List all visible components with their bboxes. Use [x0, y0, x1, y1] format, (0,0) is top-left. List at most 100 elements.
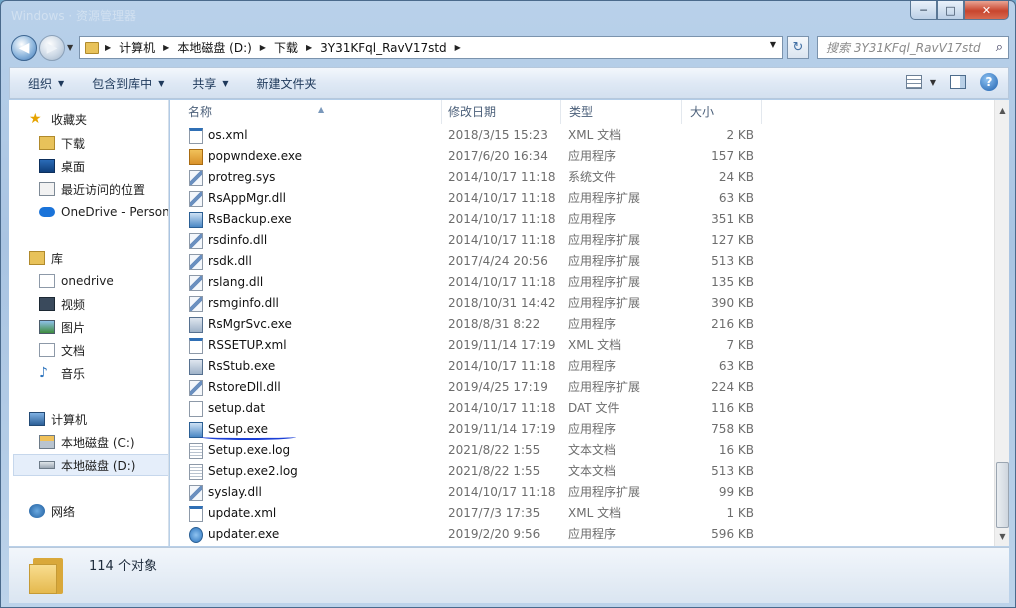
sidebar-item-onedrive-personal[interactable]: OneDrive - Personal — [39, 201, 168, 223]
recent-pages-dropdown-icon[interactable]: ▼ — [67, 43, 73, 52]
music-note-icon: ♪ — [39, 365, 48, 381]
item-count: 114 个对象 — [89, 559, 157, 574]
organize-menu[interactable]: 组织 ▼ — [28, 75, 64, 92]
sidebar-item-downloads[interactable]: 下载 — [39, 132, 168, 154]
file-type: 应用程序 — [568, 422, 617, 436]
file-type: 应用程序扩展 — [568, 380, 641, 394]
share-menu[interactable]: 共享 ▼ — [192, 75, 228, 92]
help-icon[interactable]: ? — [980, 73, 998, 91]
breadcrumb-current-folder[interactable]: 3Y31KFql_RavV17std — [320, 41, 447, 55]
file-row[interactable]: RSSETUP.xml 2019/11/14 17:19 XML 文档 7 KB — [170, 335, 994, 356]
video-icon — [39, 297, 55, 311]
sidebar-item-videos[interactable]: 视频 — [39, 293, 168, 315]
file-row[interactable]: rslang.dll 2014/10/17 11:18 应用程序扩展 135 KB — [170, 272, 994, 293]
column-header-row: 名称 ▲ 修改日期 类型 大小 — [170, 100, 994, 124]
new-folder-button[interactable]: 新建文件夹 — [257, 75, 317, 92]
address-history-dropdown-icon[interactable]: ▼ — [766, 40, 780, 49]
sidebar-item-onedrive[interactable]: onedrive — [39, 270, 168, 292]
sidebar-item-drive-d[interactable]: 本地磁盘 (D:) — [13, 454, 168, 476]
file-row[interactable]: RstoreDll.dll 2019/4/25 17:19 应用程序扩展 224 KB — [170, 377, 994, 398]
file-date: 2014/10/17 11:18 — [448, 233, 556, 247]
scroll-up-icon[interactable]: ▲ — [995, 102, 1010, 118]
sidebar-libraries[interactable]: 库 — [29, 247, 168, 269]
file-row[interactable]: RsBackup.exe 2014/10/17 11:18 应用程序 351 KB — [170, 209, 994, 230]
file-xml-icon — [189, 506, 203, 522]
file-type: XML 文档 — [568, 128, 622, 142]
file-type: XML 文档 — [568, 506, 622, 520]
file-date: 2014/10/17 11:18 — [448, 275, 556, 289]
view-options-dropdown-icon[interactable]: ▼ — [930, 78, 936, 87]
documents-icon — [39, 343, 55, 357]
file-row[interactable]: RsAppMgr.dll 2014/10/17 11:18 应用程序扩展 63 KB — [170, 188, 994, 209]
file-row[interactable]: syslay.dll 2014/10/17 11:18 应用程序扩展 99 KB — [170, 482, 994, 503]
back-button[interactable]: ◀ — [11, 35, 37, 61]
search-icon[interactable]: ⌕ — [996, 40, 1003, 55]
file-row[interactable]: rsmginfo.dll 2018/10/31 14:42 应用程序扩展 390 KB — [170, 293, 994, 314]
file-row[interactable]: protreg.sys 2014/10/17 11:18 系统文件 24 KB — [170, 167, 994, 188]
system-drive-icon — [39, 435, 55, 449]
view-options-icon[interactable] — [905, 75, 922, 89]
file-row[interactable]: popwndexe.exe 2017/6/20 16:34 应用程序 157 KB — [170, 146, 994, 167]
column-header-name[interactable]: 名称 ▲ — [180, 100, 442, 124]
sidebar-network[interactable]: 网络 — [29, 500, 168, 522]
breadcrumb-computer[interactable]: 计算机 — [119, 39, 155, 56]
file-row[interactable]: os.xml 2018/3/15 15:23 XML 文档 2 KB — [170, 125, 994, 146]
file-dll-icon — [189, 191, 203, 207]
file-row[interactable]: Setup.exe2.log 2021/8/22 1:55 文本文档 513 KB — [170, 461, 994, 482]
sidebar-item-documents[interactable]: 文档 — [39, 339, 168, 361]
breadcrumb: ▶ 计算机 ▶ 本地磁盘 (D:) ▶ 下载 ▶ 3Y31KFql_RavV17… — [105, 39, 469, 56]
sidebar-item-desktop[interactable]: 桌面 — [39, 155, 168, 177]
sidebar-computer[interactable]: 计算机 — [29, 408, 168, 430]
search-input[interactable]: 搜索 3Y31KFql_RavV17std ⌕ — [817, 36, 1009, 59]
file-row[interactable]: Setup.exe 2019/11/14 17:19 应用程序 758 KB — [170, 419, 994, 440]
file-size: 157 KB — [711, 149, 754, 163]
sidebar-item-drive-c[interactable]: 本地磁盘 (C:) — [39, 431, 168, 453]
sidebar-item-music[interactable]: ♪ 音乐 — [39, 362, 168, 384]
file-row[interactable]: RsMgrSvc.exe 2018/8/31 8:22 应用程序 216 KB — [170, 314, 994, 335]
sidebar-favorites[interactable]: ★ 收藏夹 — [29, 108, 168, 130]
forward-button[interactable]: ▶ — [39, 35, 65, 61]
sidebar-item-pictures[interactable]: 图片 — [39, 316, 168, 338]
file-row[interactable]: update.xml 2017/7/3 17:35 XML 文档 1 KB — [170, 503, 994, 524]
maximize-button[interactable]: □ — [937, 1, 964, 20]
column-header-size[interactable]: 大小 — [682, 100, 762, 124]
include-in-library-menu[interactable]: 包含到库中 ▼ — [92, 75, 164, 92]
file-type: XML 文档 — [568, 338, 622, 352]
scroll-thumb[interactable] — [996, 462, 1009, 528]
breadcrumb-drive-d[interactable]: 本地磁盘 (D:) — [177, 39, 251, 56]
file-size: 2 KB — [726, 128, 754, 142]
column-header-date[interactable]: 修改日期 — [440, 100, 561, 124]
sidebar-label: 最近访问的位置 — [61, 182, 146, 197]
chevron-right-icon[interactable]: ▶ — [260, 43, 266, 52]
refresh-button[interactable]: ↻ — [787, 36, 809, 59]
sidebar-item-recent-places[interactable]: 最近访问的位置 — [39, 178, 168, 200]
file-type: 应用程序扩展 — [568, 275, 641, 289]
chevron-right-icon[interactable]: ▶ — [105, 43, 111, 52]
preview-pane-icon[interactable] — [950, 75, 966, 89]
address-bar[interactable]: ▶ 计算机 ▶ 本地磁盘 (D:) ▶ 下载 ▶ 3Y31KFql_RavV17… — [79, 36, 783, 59]
desktop-icon — [39, 159, 55, 173]
file-row[interactable]: updater.exe 2019/2/20 9:56 应用程序 596 KB — [170, 524, 994, 545]
search-placeholder: 搜索 3Y31KFql_RavV17std — [826, 41, 981, 55]
file-date: 2021/8/22 1:55 — [448, 443, 541, 457]
file-row[interactable]: rsdk.dll 2017/4/24 20:56 应用程序扩展 513 KB — [170, 251, 994, 272]
vertical-scrollbar[interactable]: ▲ ▼ — [994, 100, 1009, 546]
breadcrumb-downloads[interactable]: 下载 — [274, 39, 298, 56]
file-row[interactable]: RsStub.exe 2014/10/17 11:18 应用程序 63 KB — [170, 356, 994, 377]
scroll-down-icon[interactable]: ▼ — [995, 528, 1010, 544]
chevron-right-icon[interactable]: ▶ — [163, 43, 169, 52]
file-row[interactable]: Setup.exe.log 2021/8/22 1:55 文本文档 16 KB — [170, 440, 994, 461]
refresh-icon: ↻ — [792, 40, 804, 55]
file-row[interactable]: setup.dat 2014/10/17 11:18 DAT 文件 116 KB — [170, 398, 994, 419]
chevron-right-icon[interactable]: ▶ — [455, 43, 461, 52]
file-name: Setup.exe.log — [208, 443, 291, 457]
column-header-type[interactable]: 类型 — [561, 100, 682, 124]
file-date: 2017/6/20 16:34 — [448, 149, 548, 163]
file-dll-icon — [189, 380, 203, 396]
chevron-right-icon[interactable]: ▶ — [306, 43, 312, 52]
file-type: 文本文档 — [568, 464, 617, 478]
minimize-button[interactable]: ─ — [910, 1, 937, 20]
details-pane: 114 个对象 — [9, 547, 1009, 603]
file-row[interactable]: rsdinfo.dll 2014/10/17 11:18 应用程序扩展 127 KB — [170, 230, 994, 251]
close-button[interactable]: ✕ — [964, 1, 1009, 20]
